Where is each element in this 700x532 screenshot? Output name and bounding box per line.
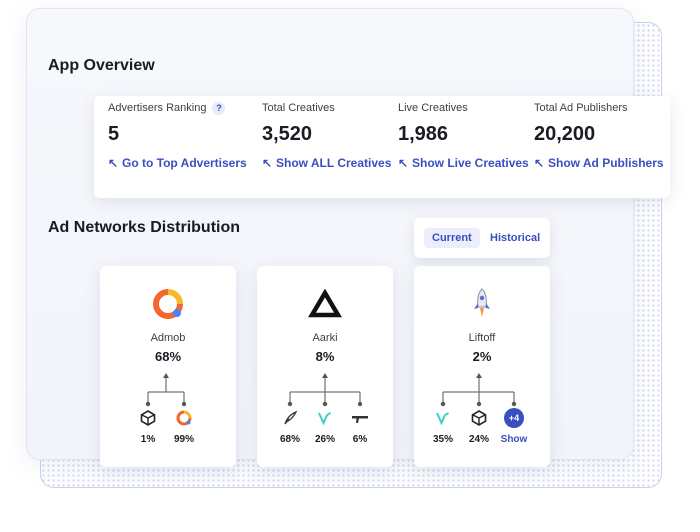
show-more-link[interactable]: Show xyxy=(494,434,534,445)
stat-label: Live Creatives xyxy=(398,102,468,114)
stat-value: 5 xyxy=(108,123,120,145)
admob-icon xyxy=(164,408,204,428)
arrow-up-left-icon: ↖ xyxy=(398,156,409,170)
sub-network: 68% xyxy=(270,408,310,445)
unity-icon xyxy=(128,408,168,428)
sub-network: 99% xyxy=(164,408,204,445)
network-name: Admob xyxy=(150,332,186,344)
link-label: Show ALL Creatives xyxy=(276,156,392,170)
network-name: Liftoff xyxy=(468,332,496,344)
tree-connector xyxy=(145,373,187,407)
network-percent: 8% xyxy=(315,349,335,364)
tree-connector xyxy=(440,373,517,407)
rocket-logo-icon xyxy=(462,286,502,322)
stat-label: Total Ad Publishers xyxy=(534,102,628,114)
arrow-up-left-icon: ↖ xyxy=(534,156,545,170)
sub-network: 35% xyxy=(423,408,463,445)
network-card-admob[interactable]: Admob 68% 1% 99% xyxy=(100,266,236,467)
sub-percent: 26% xyxy=(314,434,335,445)
vungle-icon xyxy=(305,408,345,428)
show-all-creatives-link[interactable]: ↖ Show ALL Creatives xyxy=(262,156,391,170)
sub-network: 26% xyxy=(305,408,345,445)
pistol-icon xyxy=(340,408,380,428)
link-label: Show Ad Publishers xyxy=(548,156,664,170)
network-percent: 68% xyxy=(154,349,182,364)
sub-percent: 35% xyxy=(432,434,453,445)
link-label: Go to Top Advertisers xyxy=(122,156,247,170)
network-percent: 2% xyxy=(472,349,492,364)
sub-percent: 24% xyxy=(468,434,489,445)
ad-networks-distribution-title: Ad Networks Distribution xyxy=(48,219,241,236)
go-to-top-advertisers-link[interactable]: ↖ Go to Top Advertisers xyxy=(108,156,247,170)
network-name: Aarki xyxy=(312,332,338,344)
stat-value: 1,986 xyxy=(398,123,449,145)
more-count-badge[interactable]: +4 xyxy=(504,408,524,428)
network-card-aarki[interactable]: Aarki 8% 68% 26% 6% xyxy=(257,266,393,467)
sub-percent: 99% xyxy=(173,434,194,445)
admob-logo-icon xyxy=(148,286,188,322)
sub-network: 6% xyxy=(340,408,380,445)
help-icon[interactable]: ? xyxy=(212,102,226,115)
aarki-logo-icon xyxy=(305,286,345,322)
sub-network: 1% xyxy=(128,408,168,445)
sub-percent: 68% xyxy=(279,434,300,445)
tab-historical[interactable]: Historical xyxy=(482,228,548,248)
quill-icon xyxy=(270,408,310,428)
stat-value: 3,520 xyxy=(262,123,313,145)
tab-current[interactable]: Current xyxy=(424,228,480,248)
sub-percent: 1% xyxy=(140,434,156,445)
sub-percent: 6% xyxy=(352,434,368,445)
more-networks: +4 Show xyxy=(494,408,534,445)
show-live-creatives-link[interactable]: ↖ Show Live Creatives xyxy=(398,156,529,170)
stat-value: 20,200 xyxy=(534,123,596,145)
show-ad-publishers-link[interactable]: ↖ Show Ad Publishers xyxy=(534,156,664,170)
arrow-up-left-icon: ↖ xyxy=(262,156,273,170)
stat-label: Total Creatives xyxy=(262,102,335,114)
link-label: Show Live Creatives xyxy=(412,156,529,170)
app-overview-title: App Overview xyxy=(48,57,155,74)
current-historical-toggle: Current Historical xyxy=(414,218,550,258)
tree-connector xyxy=(287,373,363,407)
stats-card: Advertisers Ranking? 5 ↖ Go to Top Adver… xyxy=(94,96,670,198)
sub-network: 24% xyxy=(459,408,499,445)
vungle-icon xyxy=(423,408,463,428)
arrow-up-left-icon: ↖ xyxy=(108,156,119,170)
stat-label: Advertisers Ranking xyxy=(108,102,207,114)
unity-icon xyxy=(459,408,499,428)
network-card-liftoff[interactable]: Liftoff 2% 35% 24% +4 Show xyxy=(414,266,550,467)
